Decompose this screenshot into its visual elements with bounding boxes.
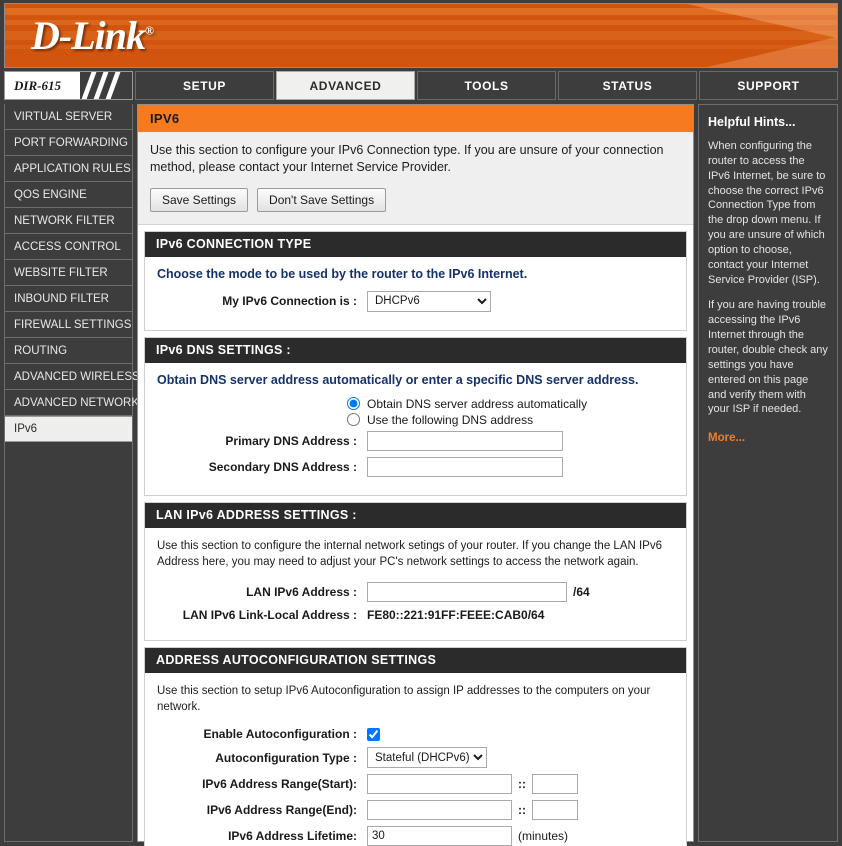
primary-dns-input[interactable]: [367, 430, 563, 451]
primary-dns-label: Primary DNS Address :: [225, 433, 357, 448]
lan-note: Use this section to configure the intern…: [157, 539, 663, 568]
hints-paragraph-1: When configuring the router to access th…: [708, 140, 826, 286]
intro-block: Use this section to configure your IPv6 …: [138, 132, 693, 225]
connection-type-select[interactable]: DHCPv6: [367, 290, 491, 312]
tab-tools[interactable]: TOOLS: [417, 71, 556, 100]
hints-paragraph-2: If you are having trouble accessing the …: [708, 299, 828, 416]
lifetime-units: (minutes): [518, 829, 569, 844]
prefix-length-suffix: /64: [573, 584, 590, 599]
banner-fan-graphic: [577, 4, 837, 67]
dns-manual-label[interactable]: Use the following DNS address: [367, 413, 533, 427]
sidebar-item-port-forwarding[interactable]: PORT FORWARDING: [5, 130, 132, 156]
autoconfig-type-select[interactable]: Stateful (DHCPv6): [367, 747, 487, 769]
dns-manual-radio[interactable]: [347, 413, 360, 427]
range-separator: ::: [518, 803, 526, 818]
enable-autoconfig-label: Enable Autoconfiguration :: [203, 727, 357, 742]
lifetime-label: IPv6 Address Lifetime:: [228, 829, 357, 844]
page-title: IPV6: [138, 105, 693, 132]
dns-auto-label[interactable]: Obtain DNS server address automatically: [367, 397, 587, 411]
sidebar-item-ipv6[interactable]: IPv6: [5, 416, 132, 442]
dont-save-settings-button[interactable]: Don't Save Settings: [257, 187, 387, 212]
sidebar-item-website-filter[interactable]: WEBSITE FILTER: [5, 260, 132, 286]
connection-type-label: My IPv6 Connection is :: [222, 294, 357, 309]
sidebar-item-inbound-filter[interactable]: INBOUND FILTER: [5, 286, 132, 312]
model-name: DIR-615: [14, 77, 61, 93]
section-heading: IPv6 DNS SETTINGS :: [145, 337, 686, 363]
trademark-symbol: ®: [145, 23, 154, 38]
badge-slashes: [78, 72, 132, 99]
logo-text: D-Link: [31, 13, 146, 58]
tab-advanced[interactable]: ADVANCED: [276, 71, 415, 100]
dns-auto-radio[interactable]: [347, 397, 360, 411]
sidebar-item-qos-engine[interactable]: QOS ENGINE: [5, 182, 132, 208]
secondary-dns-input[interactable]: [367, 456, 563, 477]
section-heading: IPv6 CONNECTION TYPE: [145, 231, 686, 257]
range-end-label: IPv6 Address Range(End):: [206, 803, 357, 818]
intro-text: Use this section to configure your IPv6 …: [150, 143, 664, 174]
section-heading: LAN IPv6 ADDRESS SETTINGS :: [145, 502, 686, 528]
hints-more-link[interactable]: More...: [708, 432, 745, 444]
sidebar-item-access-control[interactable]: ACCESS CONTROL: [5, 234, 132, 260]
autoconfig-type-label: Autoconfiguration Type :: [215, 750, 357, 765]
hints-title: Helpful Hints...: [708, 115, 796, 129]
range-end-input[interactable]: [367, 800, 512, 821]
secondary-dns-label: Secondary DNS Address :: [208, 459, 357, 474]
range-start-suffix-input[interactable]: [532, 774, 578, 795]
range-separator: ::: [518, 777, 526, 792]
brand-banner: D-Link®: [4, 3, 838, 68]
sidebar-item-virtual-server[interactable]: VIRTUAL SERVER: [5, 104, 132, 130]
enable-autoconfig-checkbox[interactable]: [367, 727, 380, 741]
sidebar-item-application-rules[interactable]: APPLICATION RULES: [5, 156, 132, 182]
lifetime-input[interactable]: [367, 826, 512, 846]
link-local-label: LAN IPv6 Link-Local Address :: [182, 607, 357, 622]
sidebar-nav: VIRTUAL SERVER PORT FORWARDING APPLICATI…: [4, 104, 140, 842]
section-lan-ipv6: LAN IPv6 ADDRESS SETTINGS : Use this sec…: [144, 501, 687, 641]
primary-tabbar: DIR-615 SETUP ADVANCED TOOLS STATUS SUPP…: [4, 71, 838, 100]
connection-type-lead: Choose the mode to be used by the router…: [157, 266, 528, 281]
section-connection-type: IPv6 CONNECTION TYPE Choose the mode to …: [144, 230, 687, 331]
helpful-hints-panel: Helpful Hints... When configuring the ro…: [698, 104, 838, 842]
range-end-suffix-input[interactable]: [532, 800, 578, 821]
tab-setup[interactable]: SETUP: [135, 71, 274, 100]
lan-address-label: LAN IPv6 Address :: [246, 584, 357, 599]
autoconfig-note: Use this section to setup IPv6 Autoconfi…: [157, 684, 651, 714]
sidebar-item-firewall-settings[interactable]: FIREWALL SETTINGS: [5, 312, 132, 338]
dlink-logo: D-Link®: [31, 12, 154, 59]
action-buttons: Save Settings Don't Save Settings: [150, 187, 681, 212]
dns-lead: Obtain DNS server address automatically …: [157, 372, 639, 387]
range-start-input[interactable]: [367, 774, 512, 795]
tab-status[interactable]: STATUS: [558, 71, 697, 100]
sidebar-item-advanced-network[interactable]: ADVANCED NETWORK: [5, 390, 139, 416]
router-admin-page: D-Link® DIR-615 SETUP ADVANCED TOOLS STA…: [0, 0, 842, 846]
range-start-label: IPv6 Address Range(Start):: [202, 777, 357, 792]
lan-ipv6-address-input[interactable]: [367, 581, 567, 602]
model-badge: DIR-615: [4, 71, 133, 100]
section-address-autoconfiguration: ADDRESS AUTOCONFIGURATION SETTINGS Use t…: [144, 646, 687, 846]
sidebar-item-routing[interactable]: ROUTING: [5, 338, 132, 364]
sidebar-item-network-filter[interactable]: NETWORK FILTER: [5, 208, 132, 234]
save-settings-button[interactable]: Save Settings: [150, 187, 249, 212]
link-local-value: FE80::221:91FF:FEEE:CAB0/64: [367, 607, 545, 622]
section-dns-settings: IPv6 DNS SETTINGS : Obtain DNS server ad…: [144, 336, 687, 496]
main-content: IPV6 Use this section to configure your …: [137, 104, 694, 846]
dns-mode-radio-group: Obtain DNS server address automatically …: [347, 397, 674, 427]
section-heading: ADDRESS AUTOCONFIGURATION SETTINGS: [145, 647, 686, 673]
tab-support[interactable]: SUPPORT: [699, 71, 838, 100]
sidebar-item-advanced-wireless[interactable]: ADVANCED WIRELESS: [5, 364, 140, 390]
